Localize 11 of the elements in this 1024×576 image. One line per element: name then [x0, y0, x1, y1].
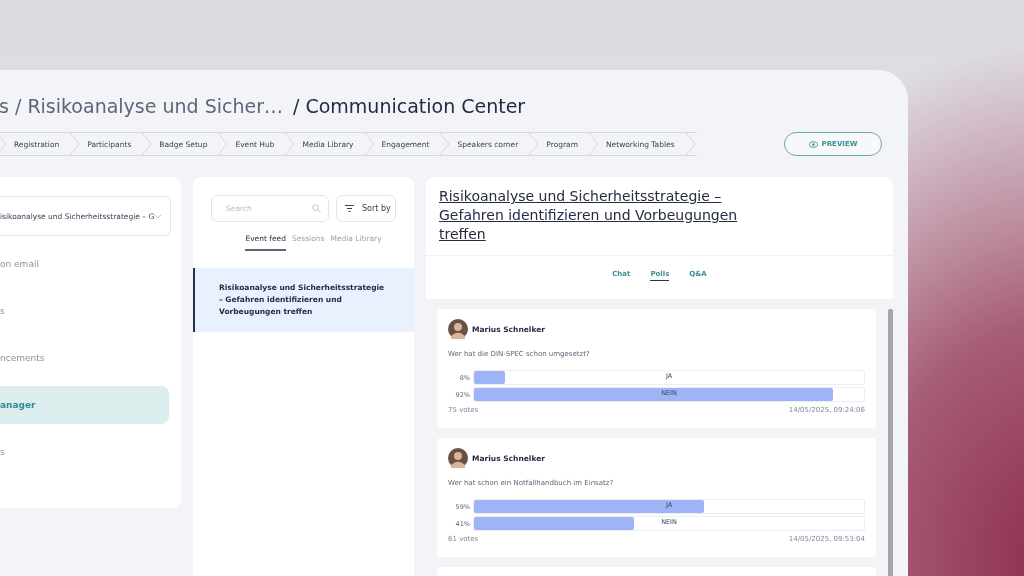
search-icon [312, 204, 321, 213]
scrollbar[interactable] [888, 309, 893, 576]
session-title: Risikoanalyse und Sicherheitsstrategie – Gefahren identifizieren und Vorbeugungen treffen [439, 188, 738, 242]
page-title: / Communication Center [293, 95, 526, 117]
chevron-down-icon [154, 213, 162, 219]
avatar-icon [448, 319, 468, 339]
avatar-icon [448, 448, 468, 468]
eye-icon [808, 140, 818, 148]
breadcrumb: s / Risikoanalyse und Sicher… [0, 95, 283, 117]
sort-button[interactable]: Sort by [336, 195, 396, 222]
filter-icon [345, 205, 354, 212]
